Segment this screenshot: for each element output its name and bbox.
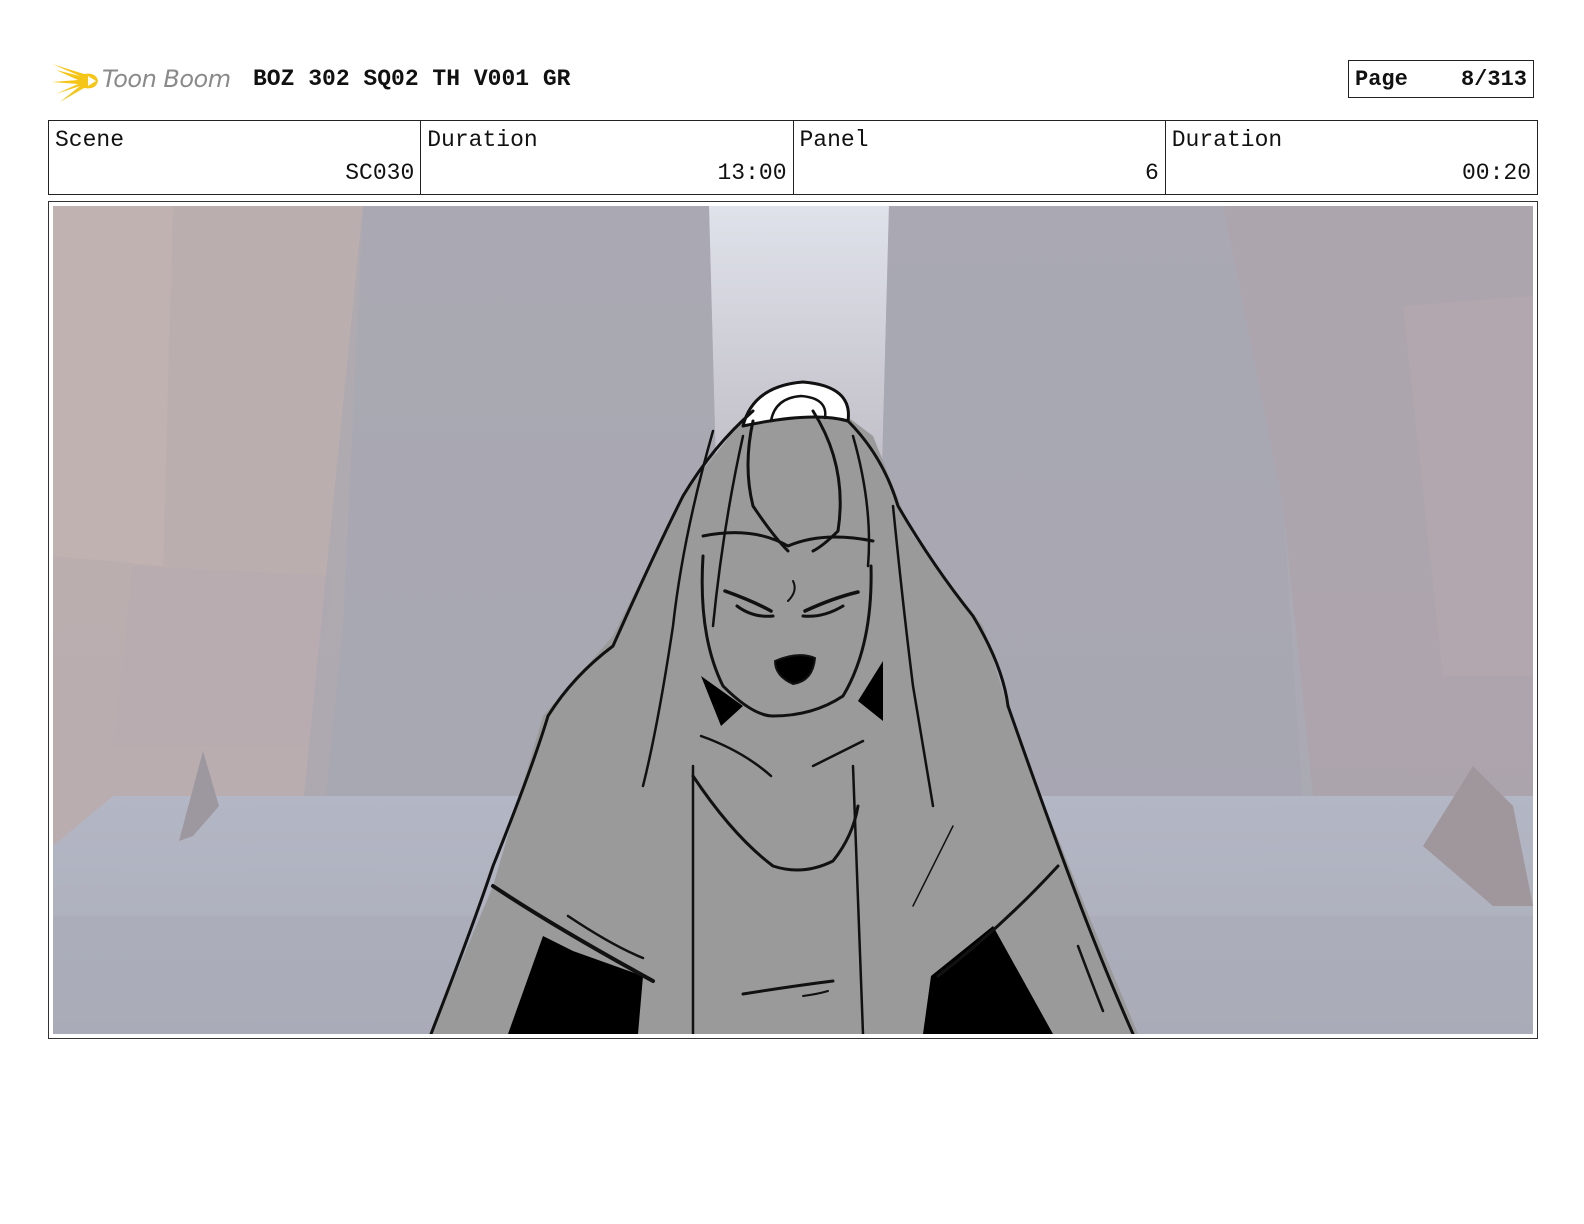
panel-artwork	[53, 206, 1533, 1034]
page-label: Page	[1355, 67, 1408, 92]
panel-duration-cell: Duration 00:20	[1164, 121, 1537, 194]
scene-cell: Scene SC030	[49, 121, 420, 194]
panel-duration-value: 00:20	[1461, 160, 1531, 186]
toon-boom-logo: Toon Boom	[50, 56, 240, 106]
storyboard-panel	[48, 201, 1538, 1039]
panel-value: 6	[1144, 160, 1159, 186]
scene-label: Scene	[55, 127, 125, 153]
logo-text: Toon Boom	[102, 65, 231, 93]
page-indicator: Page 8/313	[1348, 60, 1534, 98]
panel-info-table: Scene SC030 Duration 13:00 Panel 6 Durat…	[48, 120, 1538, 195]
panel-cell: Panel 6	[792, 121, 1165, 194]
storyboard-header: Toon Boom BOZ 302 SQ02 TH V001 GR Page 8…	[50, 56, 1540, 106]
scene-duration-label: Duration	[427, 127, 538, 153]
logo-star-icon	[52, 64, 98, 102]
page-number: 8/313	[1460, 67, 1527, 92]
scene-duration-cell: Duration 13:00	[420, 121, 792, 194]
scene-value: SC030	[345, 160, 415, 186]
panel-duration-label: Duration	[1171, 127, 1283, 153]
panel-label: Panel	[799, 127, 869, 153]
panel-drawing	[53, 206, 1533, 1034]
scene-duration-value: 13:00	[717, 160, 787, 186]
document-title: BOZ 302 SQ02 TH V001 GR	[253, 66, 571, 92]
